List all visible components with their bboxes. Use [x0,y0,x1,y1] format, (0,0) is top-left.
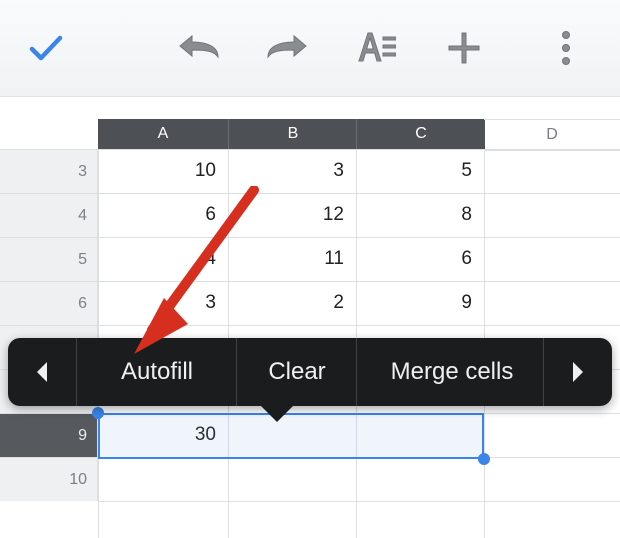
cell-A3[interactable]: 10 [98,149,228,193]
context-item-merge[interactable]: Merge cells [356,338,547,406]
selection-handle-br[interactable] [478,453,490,465]
col-header-D[interactable]: D [484,119,620,151]
chevron-right-icon [569,360,587,384]
cell-C6[interactable]: 9 [356,281,484,325]
more-button[interactable] [538,20,594,76]
redo-button[interactable] [258,20,314,76]
cell-B6[interactable]: 2 [228,281,356,325]
cell-A4[interactable]: 6 [98,193,228,237]
col-header-B[interactable]: B [228,119,357,149]
cell-B5[interactable]: 11 [228,237,356,281]
more-icon [561,30,571,66]
cell-C4[interactable]: 8 [356,193,484,237]
col-header-A[interactable]: A [98,119,228,149]
cell-C5[interactable]: 6 [356,237,484,281]
cell-B3[interactable]: 3 [228,149,356,193]
context-prev[interactable] [8,338,77,406]
add-button[interactable] [436,20,492,76]
row-header-9[interactable]: 9 [0,413,98,457]
row-header-5[interactable]: 5 [0,237,98,281]
context-next[interactable] [543,338,612,406]
row-header-3[interactable]: 3 [0,149,98,193]
cell-A5[interactable]: 4 [98,237,228,281]
undo-icon [178,33,222,63]
row-header-6[interactable]: 6 [0,281,98,325]
confirm-button[interactable] [18,20,74,76]
row-header-10[interactable]: 10 [0,457,98,501]
selection-handle-tl[interactable] [92,407,104,419]
cell-C3[interactable]: 5 [356,149,484,193]
cell-B4[interactable]: 12 [228,193,356,237]
text-format-button[interactable] [348,20,404,76]
row-header-4[interactable]: 4 [0,193,98,237]
context-item-autofill[interactable]: Autofill [76,338,237,406]
col-header-C[interactable]: C [356,119,485,149]
redo-icon [264,33,308,63]
cell-A6[interactable]: 3 [98,281,228,325]
check-icon [26,28,66,68]
context-menu: Autofill Clear Merge cells [8,338,612,406]
text-format-icon [356,31,396,65]
context-item-clear[interactable]: Clear [236,338,357,406]
toolbar [0,0,620,97]
undo-button[interactable] [172,20,228,76]
plus-icon [447,31,481,65]
chevron-left-icon [33,360,51,384]
